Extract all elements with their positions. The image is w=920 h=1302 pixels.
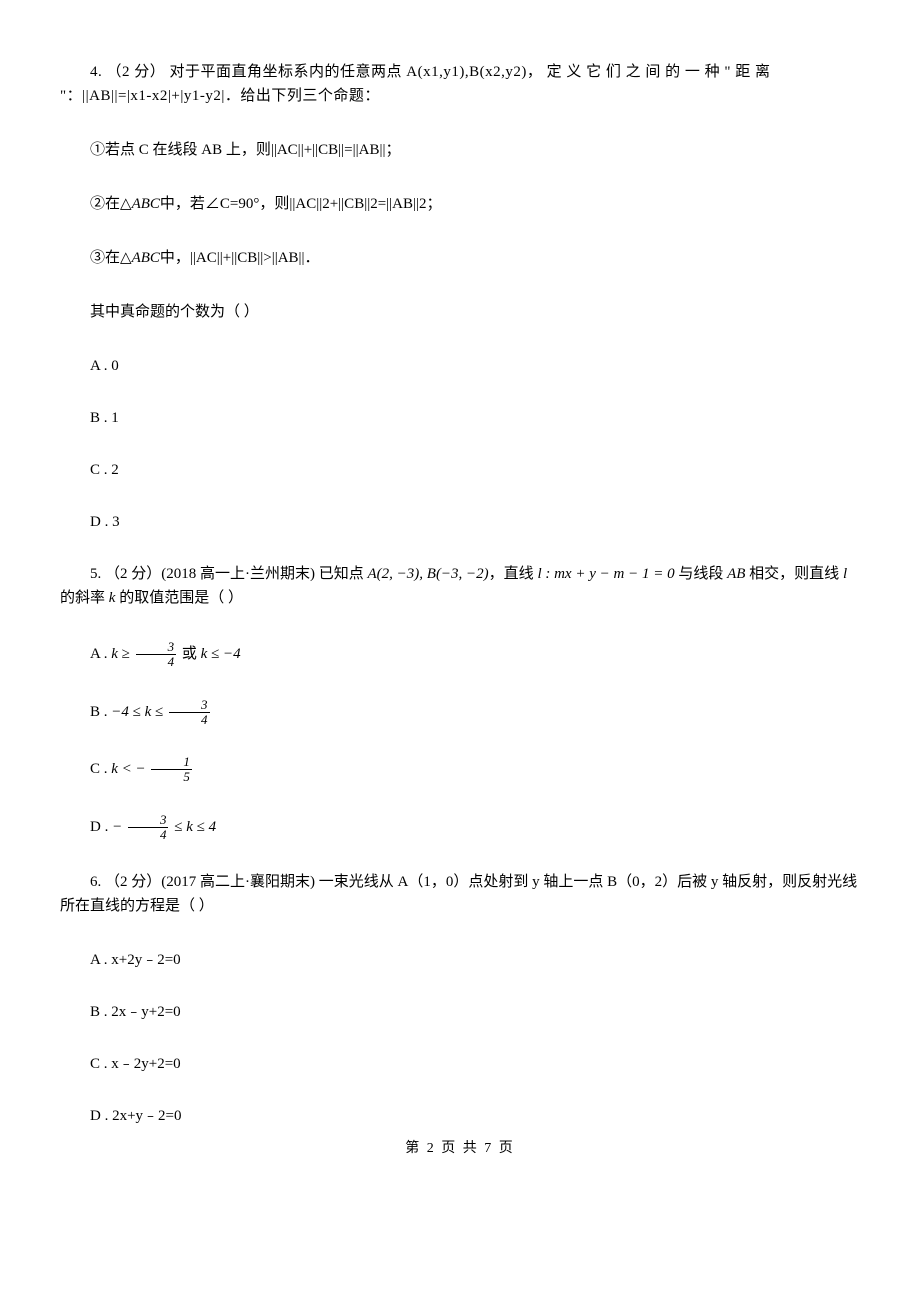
q4-question: 其中真命题的个数为（ ） bbox=[60, 300, 860, 324]
q6-stem: 6. （2 分）(2017 高二上·襄阳期末) 一束光线从 A（1，0）点处射到… bbox=[60, 870, 860, 918]
q6-option-c[interactable]: C . x﹣2y+2=0 bbox=[60, 1052, 860, 1076]
q6-option-b[interactable]: B . 2x﹣y+2=0 bbox=[60, 1000, 860, 1024]
q6-option-d[interactable]: D . 2x+y﹣2=0 bbox=[60, 1104, 860, 1128]
triangle-abc-icon: △△ABCABC bbox=[120, 196, 160, 212]
q5-option-b[interactable]: B . −4 ≤ k ≤ 34 bbox=[60, 698, 860, 728]
math-expr: ≤ k ≤ 4 bbox=[170, 819, 216, 835]
q4-stem-line1: 4. （2 分） 对于平面直角坐标系内的任意两点 A(x1,y1),B(x2,y… bbox=[60, 60, 860, 108]
q4-prop2: ②在△△ABCABC中，若∠C=90°，则||AC||2+||CB||2=||A… bbox=[60, 192, 860, 216]
q5-stem-end2: 的斜率 bbox=[60, 590, 109, 606]
fraction-icon: 34 bbox=[136, 640, 177, 670]
q5-stem-end3: 的取值范围是（ ） bbox=[115, 590, 243, 606]
q5-option-c[interactable]: C . k < − 15 bbox=[60, 755, 860, 785]
math-expr: k ≥ bbox=[111, 646, 133, 662]
q5-stem-mid: ，直线 bbox=[489, 566, 538, 582]
fraction-icon: 15 bbox=[151, 755, 192, 785]
option-label: C . bbox=[90, 761, 111, 777]
q6-option-a[interactable]: A . x+2y﹣2=0 bbox=[60, 948, 860, 972]
q4-prop1: ①若点 C 在线段 AB 上，则||AC||+||CB||=||AB||； bbox=[60, 138, 860, 162]
q4-prop3-post: 中，||AC||+||CB||>||AB||． bbox=[160, 250, 320, 266]
q5-stem-pre: 5. （2 分）(2018 高一上·兰州期末) 已知点 bbox=[90, 566, 368, 582]
fraction-icon: 34 bbox=[169, 698, 210, 728]
math-expr: k ≤ −4 bbox=[201, 646, 241, 662]
q4-prop3: ③在△△ABCABC中，||AC||+||CB||>||AB||． bbox=[60, 246, 860, 270]
triangle-abc-icon: △△ABCABC bbox=[120, 250, 160, 266]
math-expr: − bbox=[112, 819, 126, 835]
q5-seg-ab: AB bbox=[727, 566, 745, 582]
option-label: B . bbox=[90, 704, 111, 720]
q5-option-a[interactable]: A . k ≥ 34 或 k ≤ −4 bbox=[60, 640, 860, 670]
math-expr: −4 ≤ k ≤ bbox=[111, 704, 167, 720]
math-expr: k < − bbox=[111, 761, 149, 777]
q5-stem-post: 与线段 bbox=[675, 566, 728, 582]
q4-option-a[interactable]: A . 0 bbox=[60, 354, 860, 378]
option-label: D . bbox=[90, 819, 112, 835]
q4-option-b[interactable]: B . 1 bbox=[60, 406, 860, 430]
q4-option-c[interactable]: C . 2 bbox=[60, 458, 860, 482]
q4-prop2-post: 中，若∠C=90°，则||AC||2+||CB||2=||AB||2； bbox=[160, 196, 442, 212]
q5-points: A(2, −3), B(−3, −2) bbox=[368, 566, 489, 582]
q5-line-l: l : mx + y − m − 1 = 0 bbox=[537, 566, 674, 582]
q5-l-char: l bbox=[843, 566, 847, 582]
or-text: 或 bbox=[178, 646, 201, 662]
page-content: 4. （2 分） 对于平面直角坐标系内的任意两点 A(x1,y1),B(x2,y… bbox=[0, 0, 920, 1181]
option-label: A . bbox=[90, 646, 111, 662]
q4-option-d[interactable]: D . 3 bbox=[60, 510, 860, 534]
q4-prop2-pre: ②在 bbox=[90, 196, 120, 212]
page-footer: 第 2 页 共 7 页 bbox=[60, 1138, 860, 1160]
q4-prop3-pre: ③在 bbox=[90, 250, 120, 266]
fraction-icon: 34 bbox=[128, 813, 169, 843]
q5-stem-end: 相交，则直线 bbox=[745, 566, 843, 582]
q5-stem: 5. （2 分）(2018 高一上·兰州期末) 已知点 A(2, −3), B(… bbox=[60, 562, 860, 610]
q5-option-d[interactable]: D . − 34 ≤ k ≤ 4 bbox=[60, 813, 860, 843]
